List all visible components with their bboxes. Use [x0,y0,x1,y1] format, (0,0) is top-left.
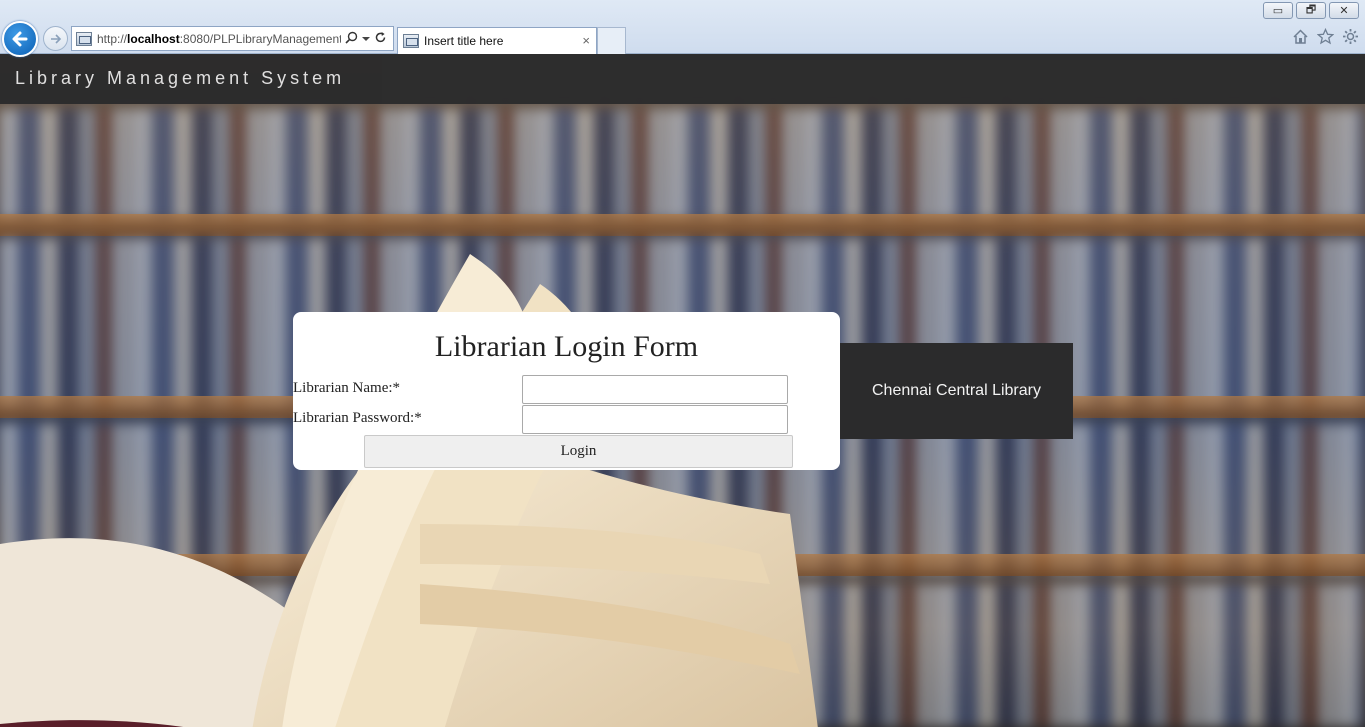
favorites-star-icon[interactable] [1317,28,1334,45]
library-name-panel: Chennai Central Library [840,343,1073,439]
librarian-name-input[interactable] [522,375,788,404]
window-controls: ▭ 🗗 ✕ [1263,2,1359,19]
new-tab-button[interactable] [597,27,626,54]
librarian-password-input[interactable] [522,405,788,434]
open-book-image [0,254,818,727]
minimize-button[interactable]: ▭ [1263,2,1293,19]
form-title: Librarian Login Form [434,330,699,363]
login-button[interactable]: Login [364,435,793,468]
bookshelf-row-top [0,109,1365,219]
restore-button[interactable]: 🗗 [1296,2,1326,19]
browser-toolbar-icons [1292,28,1359,45]
settings-gear-icon[interactable] [1342,28,1359,45]
address-bar[interactable]: http://localhost:8080/PLPLibraryManageme… [71,26,394,51]
tab-active[interactable]: Insert title here × [397,27,597,54]
home-icon[interactable] [1292,28,1309,45]
forward-button[interactable] [43,26,68,51]
login-form: Librarian Login Form Librarian Name:* Li… [293,312,840,470]
page-icon [76,31,92,46]
url-text[interactable]: http://localhost:8080/PLPLibraryManageme… [97,32,341,46]
dropdown-icon[interactable] [362,31,370,46]
site-title: Library Management System [15,68,346,88]
back-button[interactable] [2,21,38,57]
tab-close-icon[interactable]: × [582,33,590,48]
library-name: Chennai Central Library [872,382,1041,399]
search-icon[interactable] [345,31,358,47]
back-arrow-icon [12,31,28,47]
refresh-icon[interactable] [374,31,387,47]
librarian-password-label: Librarian Password:* [293,410,422,426]
site-header: Library Management System [0,54,1365,104]
tab-page-icon [403,34,419,48]
close-window-button[interactable]: ✕ [1329,2,1359,19]
tab-title: Insert title here [424,34,504,48]
forward-arrow-icon [50,33,61,44]
librarian-name-label: Librarian Name:* [293,380,401,396]
browser-chrome: ▭ 🗗 ✕ http://localhost:8080/PLPLibraryMa… [0,0,1365,57]
page-viewport: Library Management System Librarian Logi… [0,54,1365,727]
